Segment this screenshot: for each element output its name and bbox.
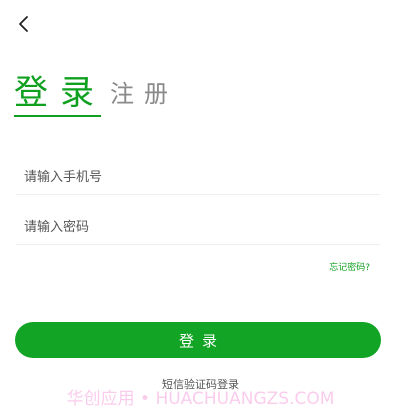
tab-login-indicator xyxy=(14,115,101,117)
phone-field-container xyxy=(16,160,380,195)
tab-register[interactable]: 注册 xyxy=(110,80,178,108)
password-field-container xyxy=(16,210,380,245)
sms-login-link[interactable]: 短信验证码登录 xyxy=(0,376,401,392)
back-button[interactable] xyxy=(12,12,36,36)
forgot-password-link[interactable]: 忘记密码? xyxy=(329,260,370,273)
password-input[interactable] xyxy=(16,210,380,244)
login-button[interactable]: 登录 xyxy=(15,322,381,358)
tab-login[interactable]: 登录 xyxy=(14,72,106,114)
phone-input[interactable] xyxy=(16,160,380,194)
chevron-left-icon xyxy=(17,15,31,33)
